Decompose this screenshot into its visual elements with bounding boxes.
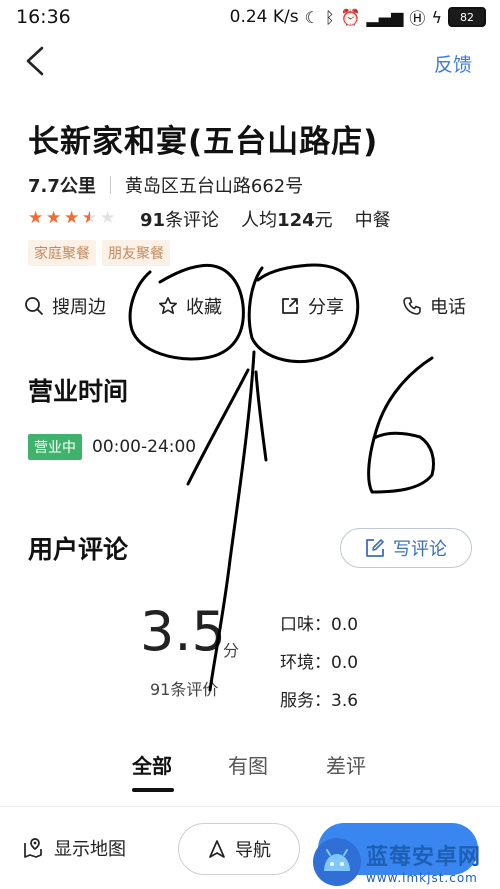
search-icon [25, 297, 43, 315]
open-status-badge: 营业中 [28, 434, 82, 460]
share-label: 分享 [308, 297, 344, 318]
moon-icon: ☾ [304, 7, 319, 27]
status-bar: 16:36 0.24 K/s ☾ ᛒ ⏰ ▂▄▆ Ⓗ ϟ 82 [0, 0, 500, 34]
tab-negative[interactable]: 差评 [326, 750, 366, 779]
hours-title: 营业时间 [28, 377, 129, 406]
hours-row: 营业中 00:00-24:00 [28, 434, 196, 460]
call-label: 电话 [430, 297, 466, 318]
star-outline-icon [158, 296, 178, 315]
charging-icon: ϟ [431, 7, 442, 27]
shop-title: 长新家和宴(五台山路店) [28, 124, 379, 160]
watermark-title: 蓝莓安卓网 [366, 844, 482, 870]
edit-icon [366, 539, 384, 557]
cuisine-type: 中餐 [354, 210, 391, 231]
write-review-label: 写评论 [393, 539, 447, 560]
star-icon: ★★ [82, 208, 98, 228]
site-watermark: 蓝莓安卓网 www.lmkjst.com [312, 834, 500, 889]
reviews-title: 用户评论 [28, 535, 129, 564]
feedback-link[interactable]: 反馈 [434, 50, 472, 77]
tag-list: 家庭聚餐 朋友聚餐 [28, 240, 170, 266]
active-tab-indicator [132, 788, 174, 792]
call-button[interactable]: 电话 [402, 293, 466, 319]
status-time: 16:36 [16, 6, 71, 28]
review-count[interactable]: 91条评论 [140, 206, 219, 232]
action-bar: 搜周边 收藏 分享 电话 [0, 286, 500, 326]
watermark-text: 蓝莓安卓网 www.lmkjst.com [366, 839, 481, 885]
environment-score: 环境：0.0 [280, 653, 359, 673]
top-nav: 反馈 [0, 40, 500, 84]
address-text[interactable]: 黄岛区五台山路662号 [125, 172, 303, 198]
star-icon: ★★ [46, 208, 62, 228]
star-rating: ★★★★★★★★★★ [28, 208, 116, 228]
show-map-label: 显示地图 [54, 839, 126, 860]
back-button[interactable] [22, 44, 50, 78]
review-total: 91条评价 [150, 680, 219, 699]
search-nearby-label: 搜周边 [52, 297, 106, 318]
write-review-button[interactable]: 写评论 [340, 528, 472, 568]
navigate-label: 导航 [235, 840, 271, 861]
rating-row: ★★★★★★★★★★ 91条评论 人均124元 中餐 [28, 206, 391, 232]
favorite-button[interactable]: 收藏 [158, 293, 222, 319]
service-score: 服务：3.6 [280, 691, 359, 711]
battery-level: 82 [460, 10, 474, 24]
bluetooth-icon: ᛒ [324, 7, 335, 27]
score-unit: 分 [223, 641, 240, 660]
distance-text: 7.7公里 [28, 176, 96, 197]
hd-icon: Ⓗ [409, 9, 426, 28]
navigate-button[interactable]: 导航 [178, 823, 300, 875]
map-pin-icon [24, 838, 42, 858]
taste-score: 口味：0.0 [280, 615, 359, 635]
tab-all[interactable]: 全部 [132, 750, 172, 779]
tag-item: 朋友聚餐 [102, 240, 170, 266]
status-icons: 0.24 K/s ☾ ᛒ ⏰ ▂▄▆ Ⓗ ϟ 82 [230, 5, 486, 29]
alarm-icon: ⏰ [340, 7, 361, 27]
network-speed: 0.24 K/s [229, 7, 299, 27]
tab-with-photos[interactable]: 有图 [228, 750, 268, 779]
sub-scores: 口味：0.0 环境：0.0 服务：3.6 [280, 606, 358, 720]
overall-score: 3.5 [140, 600, 226, 663]
divider [109, 176, 111, 194]
tag-item: 家庭聚餐 [28, 240, 96, 266]
android-logo-icon [313, 837, 361, 886]
favorite-label: 收藏 [186, 297, 222, 318]
star-icon: ★★ [28, 208, 44, 228]
show-map-button[interactable]: 显示地图 [22, 835, 126, 861]
location-row: 7.7公里 黄岛区五台山路662号 [28, 172, 303, 198]
watermark-url: www.lmkjst.com [366, 870, 478, 885]
back-arrow-icon [26, 46, 44, 76]
star-icon: ★★ [64, 208, 80, 228]
search-nearby-button[interactable]: 搜周边 [24, 293, 106, 319]
battery-icon: 82 [448, 7, 486, 27]
share-icon [282, 298, 298, 314]
star-icon: ★★ [100, 208, 116, 228]
signal-icon: ▂▄▆ [366, 7, 404, 27]
avg-price: 人均124元 [241, 210, 333, 231]
phone-icon [403, 297, 421, 315]
navigation-arrow-icon [209, 840, 225, 858]
share-button[interactable]: 分享 [280, 293, 344, 319]
review-tabs: 全部 有图 差评 [0, 748, 500, 792]
hours-text: 00:00-24:00 [92, 437, 197, 457]
